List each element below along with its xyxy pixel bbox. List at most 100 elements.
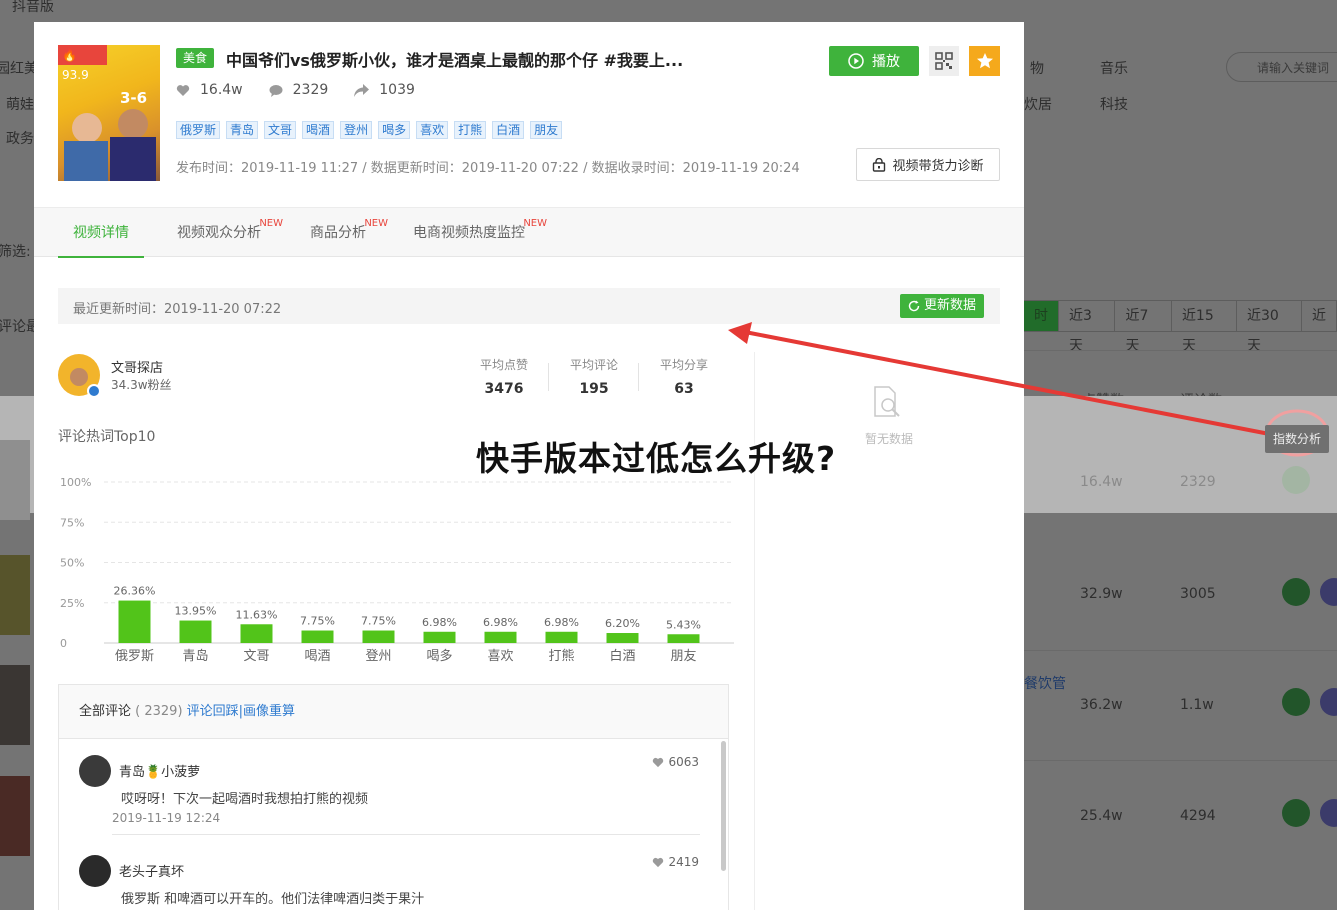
likes-stat: 16.4w xyxy=(176,82,243,98)
new-badge: NEW xyxy=(259,218,283,229)
x-tick-label: 登州 xyxy=(365,649,391,664)
favorite-button[interactable] xyxy=(969,46,1000,76)
bg-left-item[interactable]: 萌娃 xyxy=(6,94,34,114)
bg-row-action-icon[interactable] xyxy=(1282,466,1310,494)
tag[interactable]: 文哥 xyxy=(264,121,297,139)
comment-recalc-link[interactable]: 评论回踩|画像重算 xyxy=(187,704,295,719)
overlay-headline: 快手版本过低怎么升级? xyxy=(476,439,837,478)
bar xyxy=(362,630,395,643)
tab-heat-monitor[interactable]: 电商视频热度监控 NEW xyxy=(413,208,547,258)
bg-top-label: 抖音版 xyxy=(12,0,54,15)
bg-search-input[interactable]: 请输入关键词 xyxy=(1226,52,1337,82)
heart-icon xyxy=(176,84,190,96)
bg-left-item[interactable]: 政务 xyxy=(6,128,34,148)
video-dates: 发布时间：2019-11-19 11:27 / 数据更新时间：2019-11-2… xyxy=(176,161,800,176)
bg-row-likes: 36.2w xyxy=(1080,697,1123,713)
bg-time-tab[interactable]: 近3天 xyxy=(1058,300,1116,354)
bar xyxy=(179,620,212,643)
bg-left-item: 筛选: xyxy=(0,244,31,260)
bar xyxy=(423,631,456,643)
tag[interactable]: 白酒 xyxy=(492,121,525,139)
bar xyxy=(667,634,700,643)
lock-bag-icon xyxy=(873,157,886,172)
qr-code-button[interactable] xyxy=(929,46,959,76)
bg-time-tab[interactable]: 近7天 xyxy=(1114,300,1172,354)
comments-stat: 2329 xyxy=(269,82,328,98)
bar-value-label: 13.95% xyxy=(175,605,217,618)
x-tick-label: 俄罗斯 xyxy=(115,649,154,664)
video-title[interactable]: 中国爷们vs俄罗斯小伙，谁才是酒桌上最靓的那个仔 #我要上... xyxy=(226,47,683,71)
tab-video-detail[interactable]: 视频详情 xyxy=(58,208,144,258)
bg-row-thumb xyxy=(0,665,30,745)
bg-time-tab[interactable]: 近 xyxy=(1301,300,1337,332)
x-tick-label: 打熊 xyxy=(548,648,574,664)
commenter-avatar[interactable] xyxy=(79,755,111,787)
star-icon xyxy=(976,53,993,69)
x-tick-label: 文哥 xyxy=(243,649,269,664)
comment-text: 俄罗斯 和啤酒可以开车的。他们法律啤酒归类于果汁 xyxy=(121,892,425,907)
video-cover[interactable]: 🔥 93.9 3-6 xyxy=(58,45,160,181)
x-tick-label: 白酒 xyxy=(609,648,635,664)
index-analysis-button[interactable]: 指数分析 xyxy=(1265,425,1329,453)
bar-value-label: 6.98% xyxy=(422,616,457,629)
avg-comments: 平均评论 195 xyxy=(569,358,618,397)
bg-time-tab[interactable]: 近30天 xyxy=(1235,300,1302,354)
bg-row-comments: 2329 xyxy=(1180,474,1216,490)
y-tick-label: 25% xyxy=(60,597,84,610)
bg-row-title[interactable]: 餐饮管 xyxy=(1024,673,1066,693)
bg-nav-item[interactable]: 科技 xyxy=(1100,94,1128,114)
bar-value-label: 11.63% xyxy=(236,608,278,621)
bg-row-likes: 32.9w xyxy=(1080,586,1123,602)
tag[interactable]: 青岛 xyxy=(226,121,259,139)
bg-row-action-icon[interactable] xyxy=(1282,688,1310,716)
commenter-name[interactable]: 青岛🍍小菠萝 xyxy=(119,761,200,780)
tag[interactable]: 俄罗斯 xyxy=(176,121,221,139)
commenter-avatar[interactable] xyxy=(79,855,111,887)
tag[interactable]: 喝酒 xyxy=(302,121,335,139)
commenter-name[interactable]: 老头子真坏 xyxy=(119,861,184,880)
no-data-icon xyxy=(874,386,900,417)
last-update-time: 最近更新时间：2019-11-20 07:22 xyxy=(73,302,282,317)
comments-count: ( 2329) xyxy=(135,704,183,719)
bar xyxy=(118,600,151,643)
bar xyxy=(545,631,578,643)
author-name[interactable]: 文哥探店 xyxy=(111,357,163,376)
bar xyxy=(484,631,517,643)
bg-row-thumb xyxy=(0,440,30,520)
qr-code-icon xyxy=(935,52,953,70)
x-tick-label: 喜欢 xyxy=(487,649,513,664)
bg-time-tab[interactable]: 近15天 xyxy=(1170,300,1237,354)
comment-likes: 6063 xyxy=(652,755,699,769)
bar-value-label: 6.98% xyxy=(544,616,579,629)
comment-icon xyxy=(269,84,283,97)
bar xyxy=(301,630,334,643)
bg-row-comments: 1.1w xyxy=(1180,697,1214,713)
verified-icon xyxy=(87,384,101,398)
tag[interactable]: 打熊 xyxy=(454,121,487,139)
play-button[interactable]: 播放 xyxy=(829,46,919,76)
tag[interactable]: 喜欢 xyxy=(416,121,449,139)
diagnose-button[interactable]: 视频带货力诊断 xyxy=(856,148,1000,181)
bg-nav-item[interactable]: 音乐 xyxy=(1100,58,1128,78)
tag[interactable]: 喝多 xyxy=(378,121,411,139)
tab-product-analysis[interactable]: 商品分析 NEW xyxy=(310,208,388,258)
bg-row-thumb xyxy=(0,555,30,635)
bar xyxy=(240,624,273,643)
bg-nav-item[interactable]: 物 xyxy=(1030,58,1044,78)
comments-panel: 全部评论 ( 2329) 评论回踩|画像重算 青岛🍍小菠萝 6063 哎呀呀！下… xyxy=(58,684,729,910)
bg-time-tab[interactable]: 时 xyxy=(1023,300,1059,332)
video-stats: 16.4w 2329 1039 xyxy=(176,82,441,98)
bg-row-action-icon[interactable] xyxy=(1282,578,1310,606)
bg-row-action-icon[interactable] xyxy=(1282,799,1310,827)
tag[interactable]: 登州 xyxy=(340,121,373,139)
shares-stat: 1039 xyxy=(354,82,415,98)
tab-audience-analysis[interactable]: 视频观众分析 NEW xyxy=(177,208,283,258)
tag[interactable]: 朋友 xyxy=(530,121,563,139)
bg-nav-item[interactable]: 炊居 xyxy=(1024,94,1052,114)
detail-tabs: 视频详情 视频观众分析 NEW 商品分析 NEW 电商视频热度监控 NEW xyxy=(34,207,1024,258)
bg-left-item[interactable]: 园红美 xyxy=(0,58,38,78)
heart-icon xyxy=(653,857,664,867)
refresh-data-button[interactable]: 更新数据 xyxy=(899,294,984,318)
x-tick-label: 喝多 xyxy=(426,648,452,664)
comments-scrollbar[interactable] xyxy=(721,741,726,871)
